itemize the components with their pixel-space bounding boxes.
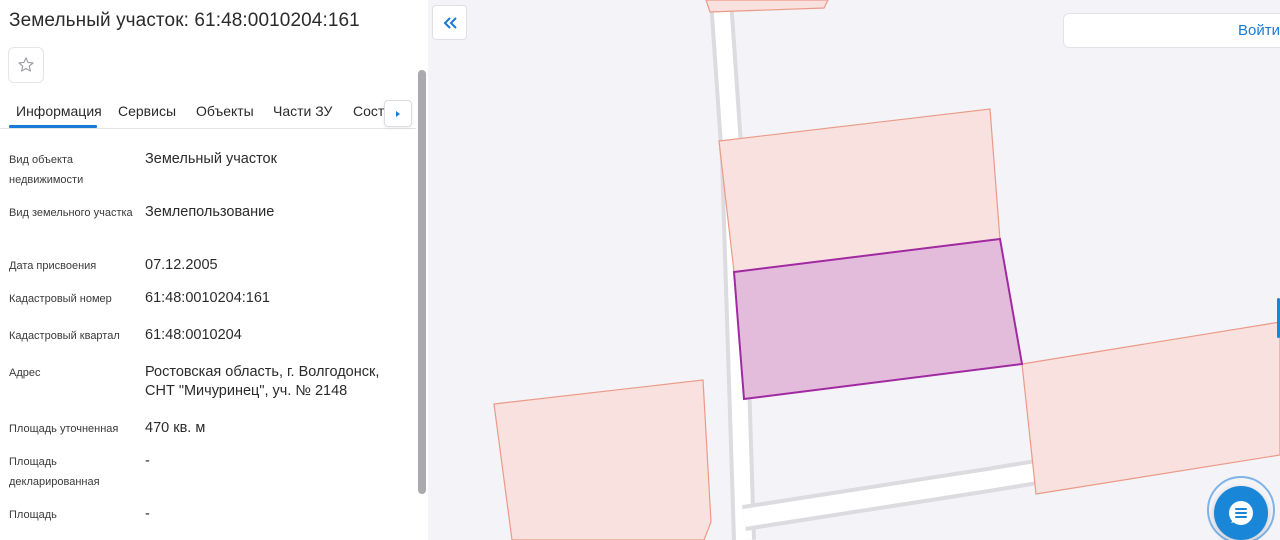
- info-value: Земельный участок: [145, 151, 277, 167]
- info-value: Ростовская область, г. Волгодонск, СНТ "…: [145, 364, 380, 399]
- active-tab-indicator: [9, 125, 97, 128]
- info-value: 470 кв. м: [145, 420, 206, 436]
- info-value: Землепользование: [145, 204, 275, 220]
- info-label: Кадастровый квартал: [9, 330, 120, 342]
- info-value: -: [145, 506, 150, 522]
- info-label: Вид объекта недвижимости: [9, 154, 84, 186]
- map-view[interactable]: [428, 0, 1280, 540]
- info-label: Площадь уточненная: [9, 423, 119, 435]
- info-value: 07.12.2005: [145, 257, 218, 273]
- parcel-right[interactable]: [1021, 321, 1280, 495]
- chat-button[interactable]: [1214, 486, 1268, 540]
- page-title: Земельный участок: 61:48:0010204:161: [9, 10, 360, 31]
- caret-right-icon: [396, 110, 400, 117]
- info-label: Площадь декларированная: [9, 456, 100, 488]
- info-label: Вид земельного участка: [9, 207, 133, 219]
- double-chevron-left-icon: [443, 16, 457, 29]
- info-label: Дата присвоения: [9, 260, 97, 272]
- tab-parcel-parts[interactable]: Части ЗУ: [273, 103, 332, 119]
- collapse-panel-button[interactable]: [432, 5, 467, 40]
- tab-information[interactable]: Информация: [16, 103, 102, 119]
- info-label: Площадь: [9, 509, 57, 521]
- star-outline-icon: [18, 57, 34, 72]
- info-value: -: [145, 453, 150, 469]
- tab-objects[interactable]: Объекты: [196, 103, 254, 119]
- tabs-scroll-right-button[interactable]: [384, 100, 412, 127]
- panel-scrollbar[interactable]: [418, 70, 426, 494]
- parcel-lower-left[interactable]: [493, 379, 712, 540]
- info-panel: Земельный участок: 61:48:0010204:161 Инф…: [0, 0, 428, 540]
- login-button[interactable]: Войти: [1238, 22, 1280, 39]
- login-bar: Войти: [1063, 13, 1280, 48]
- info-label: Кадастровый номер: [9, 293, 112, 305]
- parcel-top[interactable]: [705, 0, 829, 13]
- map-canvas[interactable]: [428, 0, 1280, 540]
- info-value: 61:48:0010204:161: [145, 290, 270, 306]
- tab-services[interactable]: Сервисы: [118, 103, 176, 119]
- chat-bubble-icon: [1229, 501, 1253, 525]
- info-label: Адрес: [9, 367, 41, 379]
- favorite-button[interactable]: [8, 47, 44, 83]
- app-root: Войти Земельный участок: 61:48:0010204:1…: [0, 0, 1280, 540]
- tab-bar: Информация Сервисы Объекты Части ЗУ Сост…: [0, 96, 416, 129]
- info-value: 61:48:0010204: [145, 327, 242, 343]
